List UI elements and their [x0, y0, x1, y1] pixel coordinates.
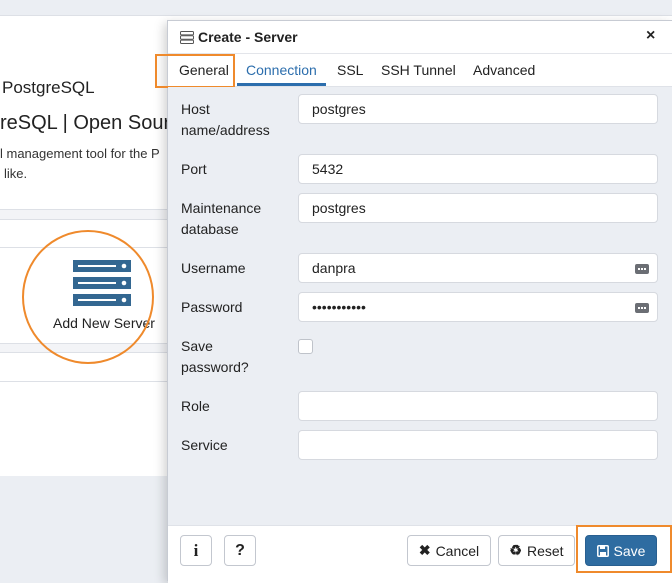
dialog-title: Create - Server: [198, 29, 298, 45]
password-input[interactable]: •••••••••••: [298, 292, 658, 322]
create-server-dialog: Create - Server × General Connection SSL…: [155, 20, 672, 583]
recycle-icon: ♻: [509, 542, 522, 558]
help-icon: ?: [235, 541, 245, 559]
username-label: Username: [181, 260, 246, 276]
tab-ssh-tunnel[interactable]: SSH Tunnel: [381, 62, 456, 78]
port-input[interactable]: 5432: [298, 154, 658, 184]
close-icon: ✖: [418, 542, 431, 558]
welcome-subtitle: reSQL | Open Sour: [0, 112, 171, 134]
cancel-button[interactable]: ✖ Cancel: [407, 535, 491, 566]
password-label: Password: [181, 299, 243, 315]
connection-form: Host name/address postgres Port 5432 Mai…: [168, 87, 672, 525]
dialog-header[interactable]: Create - Server ×: [168, 21, 672, 54]
autofill-keyboard-icon[interactable]: [635, 264, 649, 274]
tab-general[interactable]: General: [179, 62, 229, 78]
welcome-title: PostgreSQL: [2, 78, 95, 97]
service-label: Service: [181, 437, 228, 453]
reset-label: Reset: [526, 542, 564, 559]
username-value: danpra: [312, 260, 356, 276]
reset-button[interactable]: ♻ Reset: [498, 535, 575, 566]
maintenance-db-label: Maintenance database: [181, 200, 262, 237]
save-button[interactable]: Save: [585, 535, 657, 566]
floppy-disk-icon: [596, 544, 609, 557]
cancel-label: Cancel: [435, 542, 480, 559]
active-tab-indicator: [237, 83, 326, 86]
autofill-keyboard-icon[interactable]: [635, 303, 649, 313]
welcome-description-line2: like.: [4, 166, 28, 181]
save-label: Save: [613, 542, 646, 559]
maintenance-db-input[interactable]: postgres: [298, 193, 658, 223]
role-label: Role: [181, 398, 210, 414]
info-button[interactable]: i: [180, 535, 212, 566]
save-password-label: Save password?: [181, 338, 249, 375]
username-input[interactable]: danpra: [298, 253, 658, 283]
tab-ssl[interactable]: SSL: [337, 62, 363, 78]
host-label: Host name/address: [181, 101, 270, 138]
port-label: Port: [181, 161, 207, 177]
tab-connection[interactable]: Connection: [246, 62, 317, 78]
save-password-checkbox[interactable]: [298, 339, 313, 354]
dialog-footer: i ? ✖ Cancel ♻ Reset Save: [168, 525, 672, 583]
role-input[interactable]: [298, 391, 658, 421]
add-server-highlight-circle: [22, 230, 154, 364]
service-input[interactable]: [298, 430, 658, 460]
database-icon: [180, 31, 194, 44]
welcome-description-line1: l management tool for the P: [0, 146, 160, 161]
help-button[interactable]: ?: [224, 535, 256, 566]
password-value: •••••••••••: [312, 299, 366, 315]
host-input[interactable]: postgres: [298, 94, 658, 124]
info-icon: i: [193, 540, 199, 560]
close-icon[interactable]: ×: [646, 27, 655, 45]
tab-advanced[interactable]: Advanced: [473, 62, 535, 78]
dialog-tabs: General Connection SSL SSH Tunnel Advanc…: [155, 54, 672, 88]
